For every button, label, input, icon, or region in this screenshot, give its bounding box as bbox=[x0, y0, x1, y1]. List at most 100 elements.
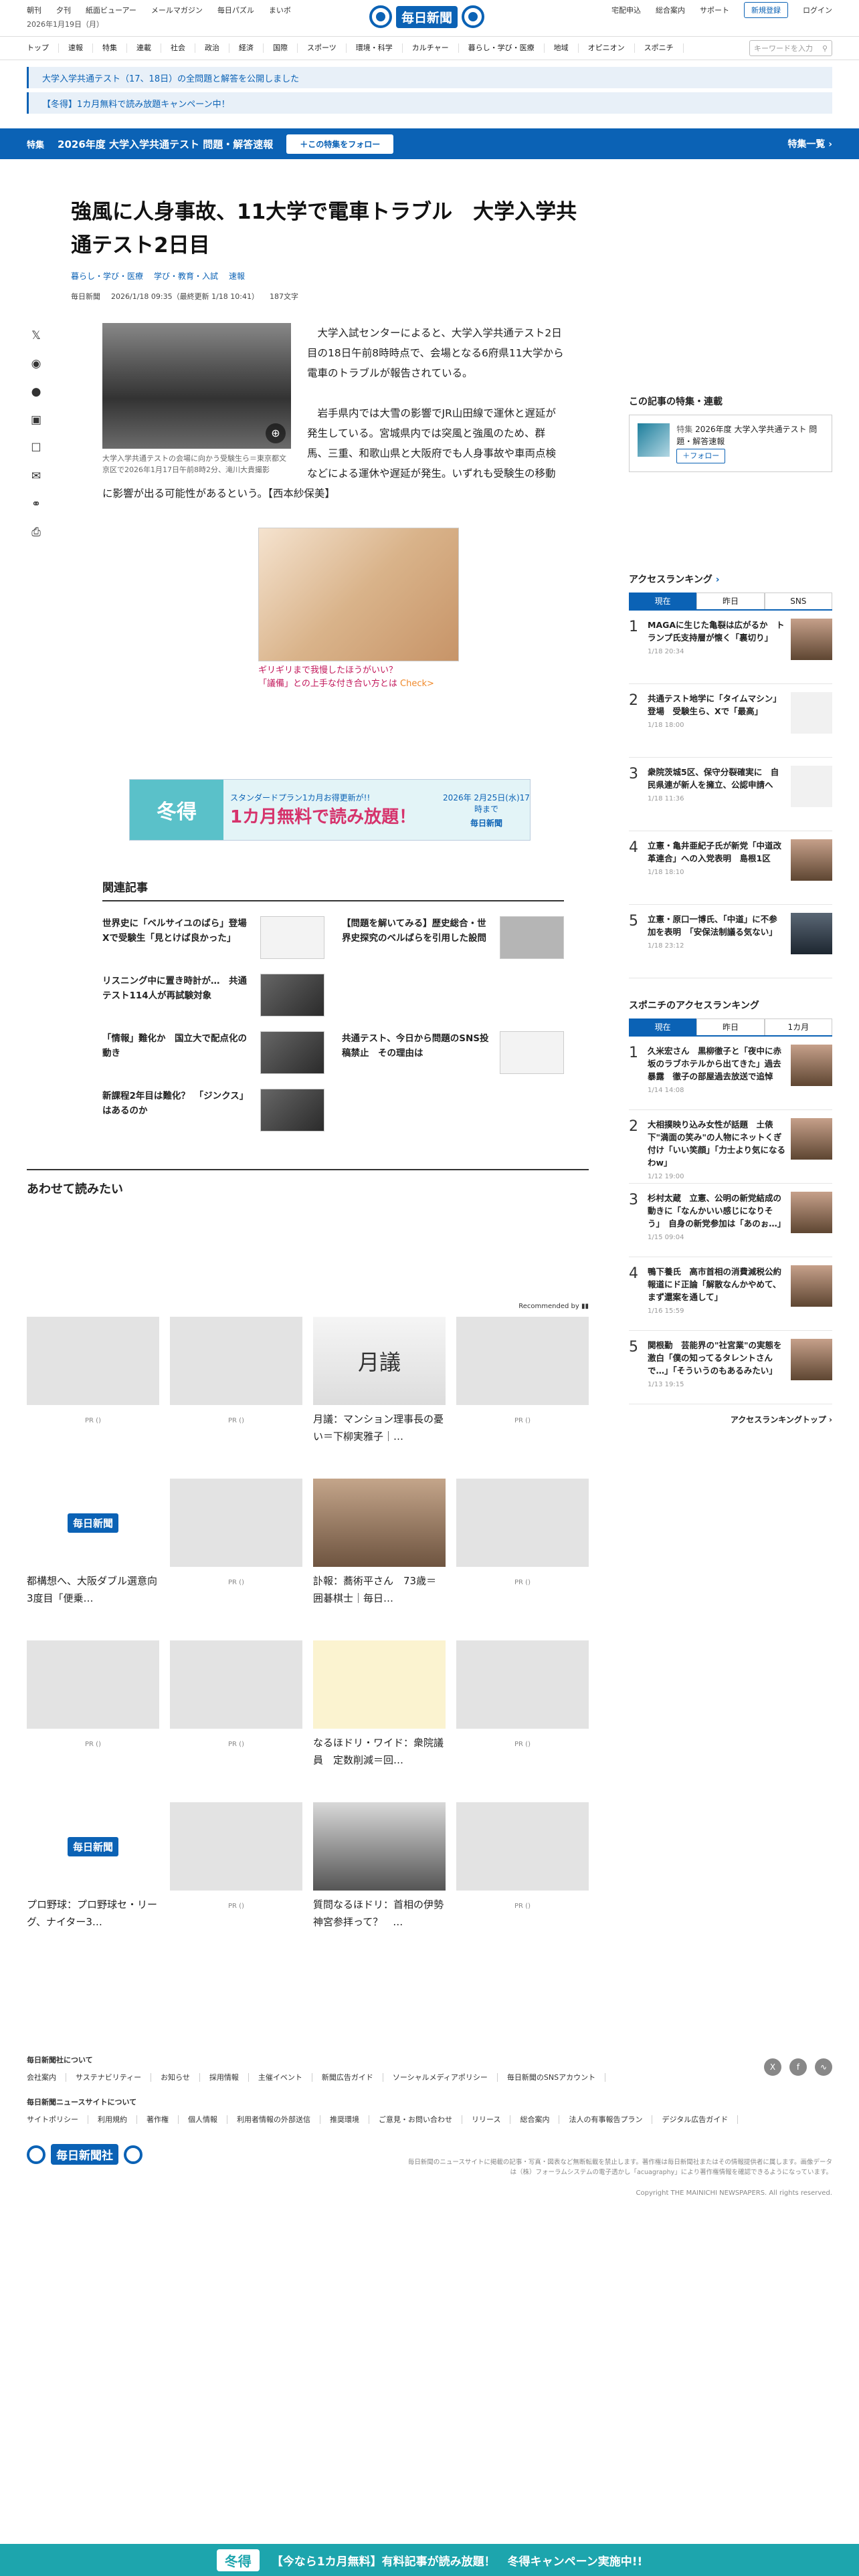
ranking-item[interactable]: 2 共通テスト地学に「タイムマシン」登場 受験生ら、Xで「最高」 1/18 18:0… bbox=[629, 684, 832, 758]
footer-link[interactable]: 毎日新聞のSNSアカウント bbox=[498, 2073, 606, 2082]
nav-science[interactable]: 環境・科学 bbox=[347, 43, 403, 53]
footer-link[interactable]: ソーシャルメディアポリシー bbox=[383, 2073, 498, 2082]
ad-image[interactable] bbox=[258, 528, 459, 661]
hatena-icon[interactable]: ◉ bbox=[31, 357, 41, 370]
link-maibo[interactable]: まいボ bbox=[269, 5, 291, 15]
nav-local[interactable]: 地域 bbox=[545, 43, 579, 53]
ranking-item[interactable]: 5 関根勤 芸能界の"社宮業"の実態を激白「僕の知ってるタレントさんで…」「そうい… bbox=[629, 1331, 832, 1404]
note-icon[interactable]: ▣ bbox=[31, 413, 41, 427]
tab-sns[interactable]: SNS bbox=[764, 593, 832, 609]
ranking-more-link[interactable]: アクセスランキングトップ › bbox=[629, 1414, 832, 1425]
rec-image[interactable] bbox=[456, 1479, 589, 1567]
bottom-campaign-banner[interactable]: 冬得 【今なら1カ月無料】有料記事が読み放題！ 冬得キャンペーン実施中!! bbox=[0, 2544, 859, 2576]
nav-life[interactable]: 暮らし・学び・医療 bbox=[459, 43, 545, 53]
ad-manga[interactable]: ギリギリまで我慢したほうがいい？ 「議備」との上手な付き合い方とは Check> bbox=[258, 528, 459, 699]
link-info[interactable]: 総合案内 bbox=[656, 5, 685, 15]
ranking-item[interactable]: 4 立憲・亀井亜紀子氏が新党「中道改革連合」への入党表明 島根1区 1/18 18:… bbox=[629, 831, 832, 905]
site-logo[interactable]: 毎日新聞 bbox=[369, 5, 485, 28]
ad-winter-campaign[interactable]: 冬得 スタンダードプラン1カ月お得更新が!! 1カ月無料で読み放題！ 2026年 … bbox=[129, 779, 531, 841]
x-icon[interactable]: 𝕏 bbox=[31, 329, 41, 342]
footer-link[interactable]: 主催イベント bbox=[249, 2073, 312, 2082]
related-item[interactable]: 【問題を解いてみる】歴史総合・世界史探究のベルばらを引用した設問 bbox=[342, 916, 564, 960]
article-photo[interactable]: ⊕ 大学入学共通テストの会場に向かう受験生ら＝東京都文京区で2026年1月17日… bbox=[102, 323, 291, 475]
tab-now[interactable]: 現在 bbox=[629, 1018, 697, 1035]
related-item[interactable]: 共通テスト、今日から問題のSNS投稿禁止 その理由は bbox=[342, 1031, 564, 1075]
category-link[interactable]: 速報 bbox=[229, 270, 245, 282]
link-viewer[interactable]: 紙面ビューアー bbox=[86, 5, 136, 15]
related-item[interactable]: 「情報」難化か 国立大で配点化の動き bbox=[102, 1031, 324, 1075]
rss-icon[interactable]: ∿ bbox=[815, 2058, 832, 2076]
ranking-item[interactable]: 2 大相撲映り込み女性が話題 土俵下"満面の笑み"の人物にネットくぎ付け「いい笑顔… bbox=[629, 1110, 832, 1184]
rec-image[interactable] bbox=[313, 1802, 446, 1891]
photo-image[interactable]: ⊕ bbox=[102, 323, 291, 449]
rec-card[interactable]: 訃報：蕎術平さん 73歳＝囲碁棋士｜毎日… bbox=[313, 1479, 446, 1627]
nav-breaking[interactable]: 速報 bbox=[59, 43, 93, 53]
follow-feature-button[interactable]: ＋この特集をフォロー bbox=[286, 134, 394, 154]
footer-link[interactable]: ご意見・お問い合わせ bbox=[369, 2115, 462, 2124]
search-icon[interactable]: ⚲ bbox=[822, 44, 828, 53]
sidebar-feature-card[interactable]: 特集 2026年度 大学入学共通テスト 問題・解答速報 ＋フォロー bbox=[629, 415, 832, 472]
ranking-item[interactable]: 5 立憲・原口一博氏、「中道」に不参加を表明 「安保法制議る気ない」 1/18 23… bbox=[629, 905, 832, 978]
rec-image[interactable] bbox=[27, 1317, 159, 1405]
rec-title[interactable]: 訃報：蕎術平さん 73歳＝囲碁棋士｜毎日… bbox=[313, 1572, 446, 1607]
link-support[interactable]: サポート bbox=[700, 5, 729, 15]
ranking-item[interactable]: 1 MAGAに生じた亀裂は広がるか トランプ氏支持層が懐く「裏切り」 1/18 20… bbox=[629, 611, 832, 684]
footer-link[interactable]: リリース bbox=[462, 2115, 511, 2124]
rec-card[interactable]: PR () bbox=[170, 1479, 302, 1627]
footer-link[interactable]: 法人の有事報告プラン bbox=[559, 2115, 653, 2124]
rec-title[interactable]: 都構想へ、大阪ダブル選意向 3度目「便乗… bbox=[27, 1572, 159, 1607]
rec-image[interactable] bbox=[170, 1479, 302, 1567]
print-icon[interactable]: ⎙ bbox=[31, 526, 41, 539]
rec-card[interactable]: PR () bbox=[456, 1802, 589, 1951]
nav-top[interactable]: トップ bbox=[27, 43, 59, 53]
login-link[interactable]: ログイン bbox=[803, 5, 832, 15]
facebook-icon[interactable]: ● bbox=[31, 385, 41, 399]
footer-link[interactable]: サステナビリティー bbox=[66, 2073, 152, 2082]
rec-card[interactable]: PR () bbox=[456, 1640, 589, 1789]
ranking-heading[interactable]: アクセスランキング › bbox=[629, 572, 832, 586]
rec-image[interactable] bbox=[313, 1640, 446, 1729]
ranking-item[interactable]: 3 杉村太蔵 立憲、公明の新党結成の動きに「なんかいい感じになりそう」 自身の新党… bbox=[629, 1184, 832, 1257]
footer-link[interactable]: お知らせ bbox=[151, 2073, 200, 2082]
link-evening[interactable]: 夕刊 bbox=[56, 5, 71, 15]
feature-list-link[interactable]: 特集一覧 › bbox=[787, 137, 832, 150]
footer-link[interactable]: 新聞広告ガイド bbox=[312, 2073, 383, 2082]
rec-title[interactable]: なるほドリ・ワイド：衆院議員 定数削減＝回… bbox=[313, 1734, 446, 1769]
rec-card[interactable]: PR () bbox=[170, 1802, 302, 1951]
tab-yesterday[interactable]: 昨日 bbox=[696, 1018, 765, 1035]
rec-image[interactable] bbox=[456, 1317, 589, 1405]
rec-card[interactable]: 毎日新聞 都構想へ、大阪ダブル選意向 3度目「便乗… bbox=[27, 1479, 159, 1627]
ad-text[interactable]: ギリギリまで我慢したほうがいい？ 「議備」との上手な付き合い方とは Check> bbox=[258, 664, 459, 691]
footer-link[interactable]: 利用規約 bbox=[88, 2115, 137, 2124]
rec-image[interactable] bbox=[170, 1317, 302, 1405]
rec-card[interactable]: 質問なるほドリ：首相の伊勢神宮参拝って？ … bbox=[313, 1802, 446, 1951]
related-item[interactable]: リスニング中に置き時計が… 共通テスト114人が再試験対象 bbox=[102, 974, 324, 1018]
follow-button[interactable]: ＋フォロー bbox=[676, 449, 726, 463]
search-input[interactable]: キーワードを入力 ⚲ bbox=[749, 40, 832, 56]
nav-sponichi[interactable]: スポニチ bbox=[635, 43, 684, 53]
link-delivery[interactable]: 宅配申込 bbox=[611, 5, 641, 15]
link-icon[interactable]: ⚭ bbox=[31, 498, 41, 511]
nav-feature[interactable]: 特集 bbox=[93, 43, 127, 53]
nav-series[interactable]: 連載 bbox=[127, 43, 161, 53]
ranking-item[interactable]: 3 衆院茨城5区、保守分裂確実に 自民県連が新人を擁立、公認申請へ 1/18 11:… bbox=[629, 758, 832, 831]
related-item[interactable]: 新課程2年目は難化？ 「ジンクス」はあるのか bbox=[102, 1089, 324, 1133]
ranking-item[interactable]: 1 久米宏さん 黒柳徹子と「夜中に赤坂のラブホテルから出てきた」過去暴露 徹子の部… bbox=[629, 1037, 832, 1110]
tab-now[interactable]: 現在 bbox=[629, 593, 697, 609]
rec-card[interactable]: PR () bbox=[27, 1640, 159, 1789]
rec-title[interactable]: 質問なるほドリ：首相の伊勢神宮参拝って？ … bbox=[313, 1896, 446, 1931]
rec-title[interactable]: プロ野球：プロ野球セ・リーグ、ナイター3… bbox=[27, 1896, 159, 1931]
footer-link[interactable]: 推奨環境 bbox=[320, 2115, 369, 2124]
rec-image[interactable] bbox=[170, 1802, 302, 1891]
rec-image[interactable] bbox=[170, 1640, 302, 1729]
rec-card[interactable]: 月議 月議：マンション理事長の憂い＝下柳実雅子｜… bbox=[313, 1317, 446, 1465]
feature-title[interactable]: 2026年度 大学入学共通テスト 問題・解答速報 bbox=[58, 137, 273, 151]
nav-sports[interactable]: スポーツ bbox=[298, 43, 347, 53]
link-puzzle[interactable]: 毎日パズル bbox=[217, 5, 254, 15]
category-link[interactable]: 暮らし・学び・医療 bbox=[71, 270, 143, 282]
register-button[interactable]: 新規登録 bbox=[744, 2, 788, 18]
rec-image[interactable] bbox=[456, 1640, 589, 1729]
rec-card[interactable]: PR () bbox=[456, 1317, 589, 1465]
feature-title[interactable]: 2026年度 大学入学共通テスト 問題・解答速報 bbox=[676, 425, 817, 446]
nav-culture[interactable]: カルチャー bbox=[403, 43, 459, 53]
